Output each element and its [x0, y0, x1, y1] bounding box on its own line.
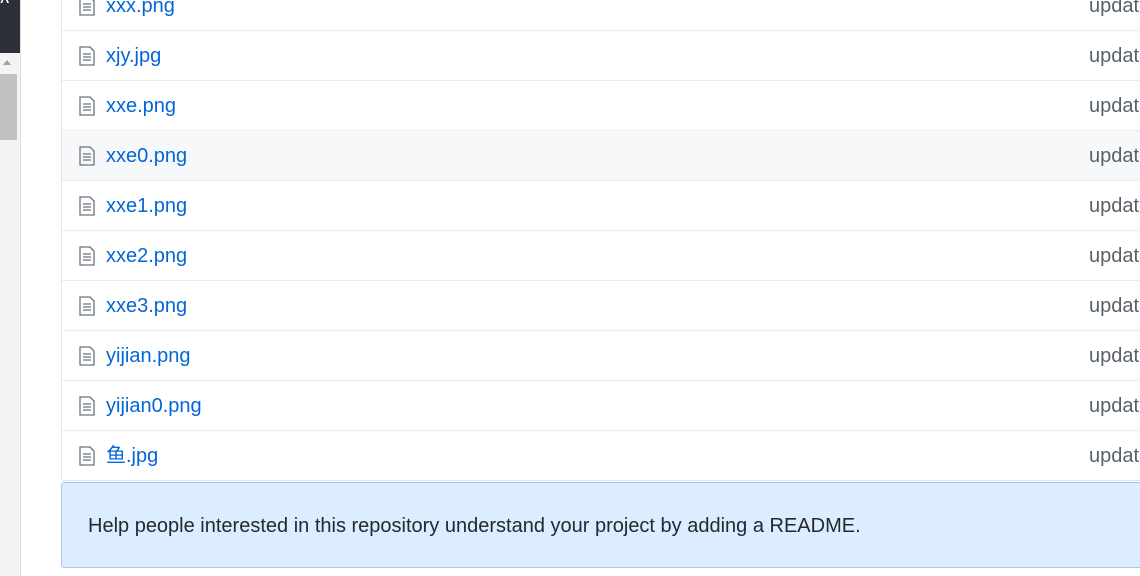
commit-message[interactable]: update	[1089, 295, 1140, 317]
file-row: xxe.png update	[62, 80, 1140, 130]
file-row: yijian0.png update	[62, 380, 1140, 430]
file-link[interactable]: xxe.png	[106, 95, 176, 117]
file-link[interactable]: xxe1.png	[106, 195, 187, 217]
commit-message[interactable]: update	[1089, 245, 1140, 267]
commit-message[interactable]: update	[1089, 95, 1140, 117]
file-row: xxe1.png update	[62, 180, 1140, 230]
file-icon	[79, 446, 95, 466]
commit-message[interactable]: update	[1089, 445, 1140, 467]
commit-message[interactable]: update	[1089, 395, 1140, 417]
sidebar-dark-tab: ^	[0, 0, 20, 53]
file-icon	[79, 0, 95, 16]
readme-prompt-text: Help people interested in this repositor…	[88, 515, 861, 537]
scroll-up-arrow-icon[interactable]	[3, 60, 11, 65]
sidebar-tab-glyph: ^	[0, 0, 10, 11]
commit-message[interactable]: update	[1089, 195, 1140, 217]
left-sidebar-scrollbar: ^	[0, 0, 21, 576]
file-row: xjy.jpg update	[62, 30, 1140, 80]
file-icon	[79, 296, 95, 316]
file-icon	[79, 46, 95, 66]
file-link[interactable]: yijian0.png	[106, 395, 202, 417]
file-icon	[79, 396, 95, 416]
file-row: yijian.png update	[62, 330, 1140, 380]
scrollbar-thumb[interactable]	[0, 74, 17, 140]
file-row: 鱼.jpg update	[62, 430, 1140, 480]
commit-message[interactable]: update	[1089, 45, 1140, 67]
file-icon	[79, 346, 95, 366]
commit-message[interactable]: update	[1089, 345, 1140, 367]
file-icon	[79, 246, 95, 266]
file-icon	[79, 96, 95, 116]
file-row: xxe2.png update	[62, 230, 1140, 280]
file-list: xxx.png update xjy.jpg update xxe.png up…	[61, 0, 1140, 481]
file-link[interactable]: xxe2.png	[106, 245, 187, 267]
file-link[interactable]: xjy.jpg	[106, 45, 161, 67]
commit-message[interactable]: update	[1089, 145, 1140, 167]
file-link[interactable]: xxx.png	[106, 0, 175, 17]
file-icon	[79, 146, 95, 166]
file-icon	[79, 196, 95, 216]
commit-message[interactable]: update	[1089, 0, 1140, 17]
file-link[interactable]: 鱼.jpg	[106, 445, 158, 467]
file-row: xxe3.png update	[62, 280, 1140, 330]
file-link[interactable]: xxe3.png	[106, 295, 187, 317]
readme-notice: Help people interested in this repositor…	[61, 482, 1140, 568]
file-link[interactable]: yijian.png	[106, 345, 191, 367]
file-row: xxx.png update	[62, 0, 1140, 30]
file-link[interactable]: xxe0.png	[106, 145, 187, 167]
file-row: xxe0.png update	[62, 130, 1140, 180]
